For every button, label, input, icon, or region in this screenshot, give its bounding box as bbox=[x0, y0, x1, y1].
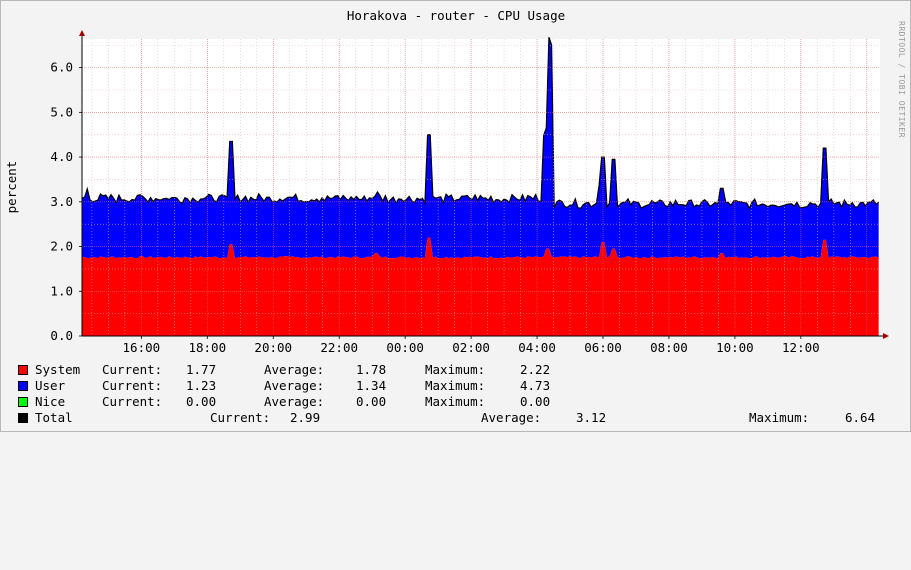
system-label: System bbox=[35, 362, 81, 377]
system-maximum-label: Maximum: bbox=[425, 362, 486, 377]
user-current-label: Current: bbox=[102, 378, 163, 393]
x-tick-label: 04:00 bbox=[518, 340, 556, 355]
y-tick-label: 3.0 bbox=[50, 194, 73, 209]
x-tick-label: 00:00 bbox=[386, 340, 424, 355]
nice-average-label: Average: bbox=[264, 394, 325, 409]
user-maximum-value: 4.73 bbox=[520, 378, 551, 393]
system-average-value: 1.78 bbox=[356, 362, 387, 377]
nice-current-value: 0.00 bbox=[186, 394, 217, 409]
graph-frame: Horakova - router - CPU Usage RRDTOOL / T… bbox=[0, 0, 911, 432]
user-swatch bbox=[18, 381, 28, 391]
chart-title: Horakova - router - CPU Usage bbox=[347, 8, 565, 23]
x-tick-label: 06:00 bbox=[584, 340, 622, 355]
system-current-label: Current: bbox=[102, 362, 163, 377]
legend: System Current: 1.77 Average: 1.78 Maxim… bbox=[18, 362, 898, 426]
legend-row-system: System Current: 1.77 Average: 1.78 Maxim… bbox=[18, 362, 898, 378]
nice-maximum-label: Maximum: bbox=[425, 394, 486, 409]
user-average-value: 1.34 bbox=[356, 378, 387, 393]
total-average-label: Average: bbox=[481, 410, 542, 425]
user-maximum-label: Maximum: bbox=[425, 378, 486, 393]
x-axis-arrow bbox=[883, 333, 889, 339]
x-tick-label: 12:00 bbox=[782, 340, 820, 355]
total-average-value: 3.12 bbox=[576, 410, 607, 425]
nice-current-label: Current: bbox=[102, 394, 163, 409]
user-current-value: 1.23 bbox=[186, 378, 217, 393]
system-maximum-value: 2.22 bbox=[520, 362, 551, 377]
total-current-label: Current: bbox=[210, 410, 271, 425]
legend-row-total: Total Current: 2.99 Average: 3.12 Maximu… bbox=[18, 410, 898, 426]
nice-average-value: 0.00 bbox=[356, 394, 387, 409]
x-tick-label: 08:00 bbox=[650, 340, 688, 355]
total-swatch bbox=[18, 413, 28, 423]
nice-swatch bbox=[18, 397, 28, 407]
x-tick-label: 20:00 bbox=[254, 340, 292, 355]
x-tick-label: 10:00 bbox=[716, 340, 754, 355]
y-axis-label: percent bbox=[4, 161, 19, 214]
y-tick-label: 5.0 bbox=[50, 104, 73, 119]
x-tick-label: 22:00 bbox=[320, 340, 358, 355]
user-average-label: Average: bbox=[264, 378, 325, 393]
nice-label: Nice bbox=[35, 394, 66, 409]
total-current-value: 2.99 bbox=[290, 410, 321, 425]
system-swatch bbox=[18, 365, 28, 375]
total-maximum-label: Maximum: bbox=[749, 410, 810, 425]
y-tick-label: 1.0 bbox=[50, 283, 73, 298]
legend-row-nice: Nice Current: 0.00 Average: 0.00 Maximum… bbox=[18, 394, 898, 410]
x-tick-label: 02:00 bbox=[452, 340, 490, 355]
x-tick-label: 18:00 bbox=[188, 340, 226, 355]
total-maximum-value: 6.64 bbox=[845, 410, 876, 425]
y-tick-label: 4.0 bbox=[50, 149, 73, 164]
system-average-label: Average: bbox=[264, 362, 325, 377]
x-tick-label: 16:00 bbox=[123, 340, 161, 355]
rrdtool-watermark: RRDTOOL / TOBI OETIKER bbox=[897, 21, 906, 138]
total-label: Total bbox=[35, 410, 73, 425]
y-tick-label: 6.0 bbox=[50, 60, 73, 75]
user-label: User bbox=[35, 378, 66, 393]
legend-row-user: User Current: 1.23 Average: 1.34 Maximum… bbox=[18, 378, 898, 394]
y-tick-label: 2.0 bbox=[50, 239, 73, 254]
nice-maximum-value: 0.00 bbox=[520, 394, 551, 409]
y-axis-arrow bbox=[79, 30, 85, 36]
y-tick-label: 0.0 bbox=[50, 328, 73, 343]
system-current-value: 1.77 bbox=[186, 362, 217, 377]
